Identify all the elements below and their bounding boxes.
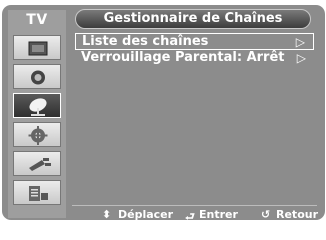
sidebar-item-input[interactable] — [13, 151, 61, 176]
menu-item-label: Liste des chaînes — [82, 34, 209, 49]
menu-item-channel-list[interactable]: Liste des chaînes ▷ — [75, 33, 314, 50]
tv-section-label: TV — [26, 12, 48, 28]
satellite-dish-icon — [29, 98, 47, 116]
enter-icon: ⮐ — [185, 210, 195, 220]
sidebar-item-picture[interactable] — [13, 35, 61, 60]
sidebar-item-sound[interactable] — [13, 64, 61, 89]
gear-icon — [28, 126, 48, 145]
menu-title: Gestionnaire de Chaînes — [75, 9, 311, 29]
sidebar-item-application[interactable] — [13, 180, 61, 205]
return-hint-label: Retour — [276, 208, 319, 220]
input-list-icon — [29, 186, 48, 201]
menu-item-label: Verrouillage Parental: Arrêt — [81, 50, 285, 65]
move-hint-label: Déplacer — [118, 208, 174, 220]
arrow-right-icon: ▷ — [295, 35, 305, 49]
arrow-right-icon: ▷ — [296, 51, 306, 65]
sound-icon — [31, 70, 45, 85]
sidebar-item-channel[interactable] — [13, 93, 61, 118]
menu-item-parental-lock[interactable]: Verrouillage Parental: Arrêt ▷ — [75, 50, 314, 67]
picture-icon — [28, 41, 48, 56]
footer-hints: ⬍ Déplacer ⮐ Entrer ↺ Retour — [72, 205, 319, 220]
up-down-arrow-icon: ⬍ — [102, 208, 112, 220]
return-icon: ↺ — [261, 208, 271, 220]
plug-icon — [29, 158, 51, 171]
enter-hint-label: Entrer — [199, 208, 238, 220]
menu-frame: TV Gestionnaire de Chaînes Liste des cha… — [2, 5, 325, 220]
sidebar-item-setup[interactable] — [13, 122, 61, 147]
sidebar: TV — [8, 10, 66, 218]
